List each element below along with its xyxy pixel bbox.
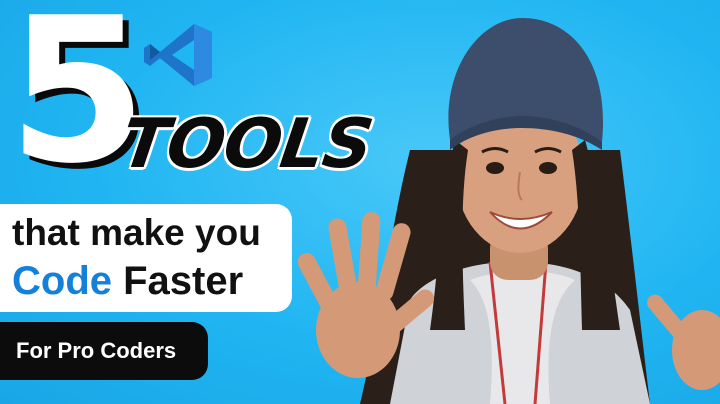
tagline-line2: Code Faster bbox=[12, 256, 288, 306]
tools-word: TOOLS bbox=[116, 105, 377, 184]
tagline-card: that make you Code Faster bbox=[0, 204, 292, 312]
person-illustration bbox=[297, 18, 720, 404]
tagline-faster-word: Faster bbox=[123, 259, 244, 303]
thumbnail-canvas: 5 TOOLS that make you Code Faster For Pr… bbox=[0, 0, 720, 404]
pro-coders-badge: For Pro Coders bbox=[0, 322, 208, 380]
tagline-line1: that make you bbox=[12, 212, 261, 253]
tagline-code-word: Code bbox=[12, 259, 112, 303]
vscode-logo-icon bbox=[144, 24, 212, 86]
